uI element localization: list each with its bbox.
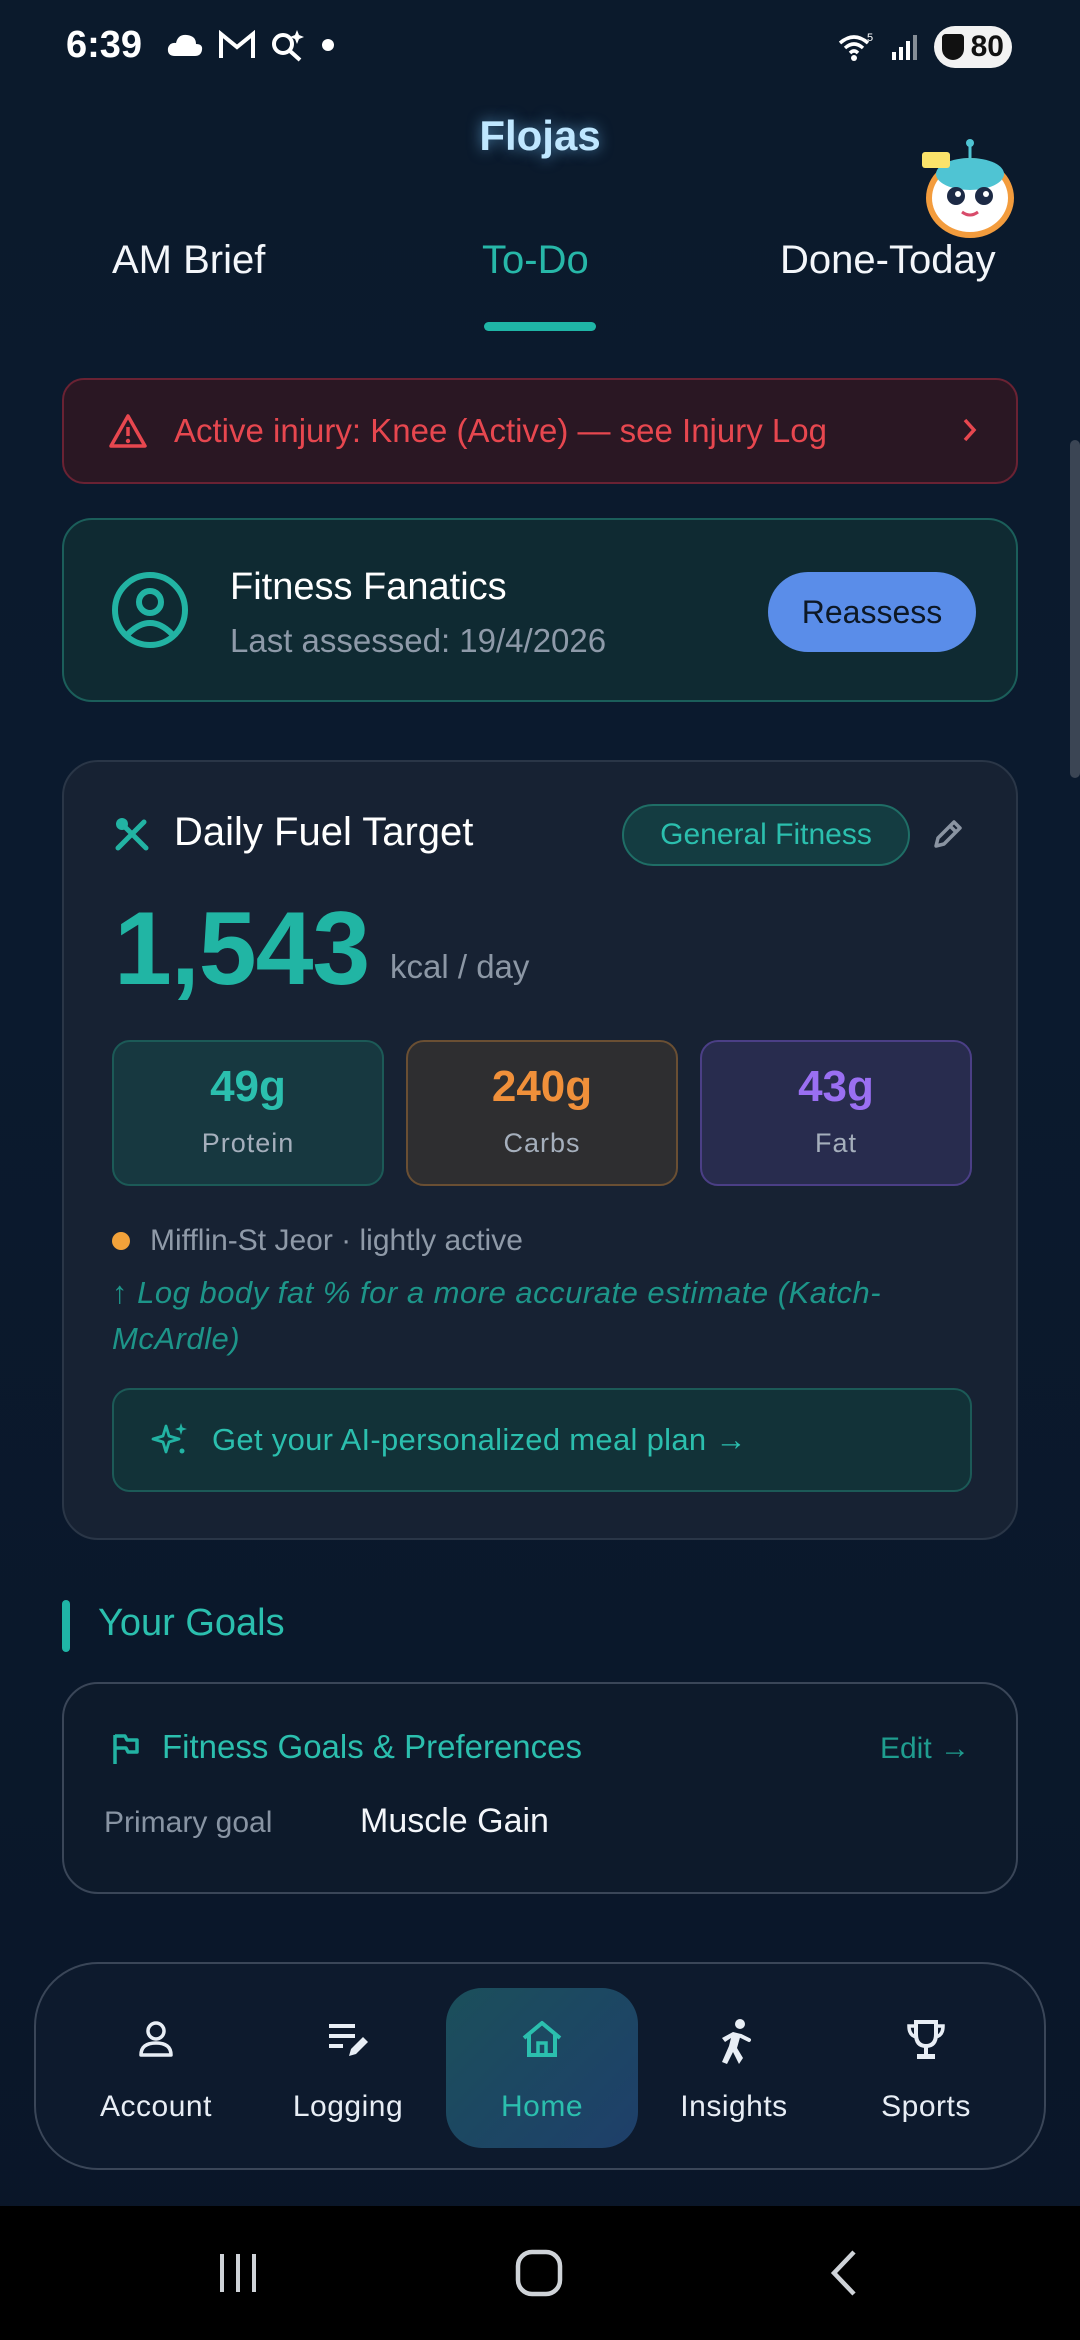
section-accent-bar xyxy=(62,1600,70,1652)
body-fat-hint[interactable]: ↑ Log body fat % for a more accurate est… xyxy=(112,1270,972,1362)
mascot-icon[interactable] xyxy=(918,136,1018,240)
injury-alert-text: Active injury: Knee (Active) — see Injur… xyxy=(174,412,827,449)
goals-card: Fitness Goals & Preferences Edit → Prima… xyxy=(62,1682,1018,1894)
flag-icon xyxy=(113,1734,139,1764)
macro-fat-label: Fat xyxy=(814,1128,857,1158)
more-notifications-icon xyxy=(322,39,334,51)
shield-icon xyxy=(942,34,964,60)
macro-carbs: 240g Carbs xyxy=(406,1040,678,1186)
daily-fuel-card: Daily Fuel Target General Fitness 1,543 … xyxy=(62,760,1018,1540)
nav-home-label: Home xyxy=(500,2090,584,2123)
macro-protein: 49g Protein xyxy=(112,1040,384,1186)
ai-meal-plan-label: Get your AI-personalized meal plan → xyxy=(212,1422,747,1457)
nav-sports-label: Sports xyxy=(881,2090,971,2123)
goals-card-title: Fitness Goals & Preferences xyxy=(162,1728,583,1765)
reassess-button[interactable]: Reassess xyxy=(768,572,976,652)
cloud-icon xyxy=(167,34,203,56)
svg-text:5: 5 xyxy=(867,32,873,44)
scrollbar[interactable] xyxy=(1070,440,1080,778)
status-time: 6:39 xyxy=(66,24,143,66)
battery-indicator: 80 xyxy=(934,26,1012,68)
macro-carbs-value: 240g xyxy=(491,1062,593,1111)
tab-to-do[interactable]: To-Do xyxy=(482,238,589,283)
warning-icon xyxy=(109,414,147,448)
notification-icons xyxy=(166,28,336,62)
running-person-icon xyxy=(722,2019,751,2064)
calculation-method: Mifflin-St Jeor · lightly active xyxy=(112,1224,523,1258)
search-sparkle-icon xyxy=(272,30,304,62)
home-button-icon[interactable] xyxy=(514,2248,564,2298)
last-assessed-text: Last assessed: 19/4/2026 xyxy=(230,622,607,659)
nav-logging-label: Logging xyxy=(292,2090,404,2123)
tab-am-brief[interactable]: AM Brief xyxy=(112,238,265,283)
macro-fat: 43g Fat xyxy=(700,1040,972,1186)
kcal-value: 1,543 xyxy=(114,891,370,1007)
status-bar: 6:39 5 80 xyxy=(0,0,1080,96)
recent-apps-icon[interactable] xyxy=(214,2248,262,2298)
profile-name: Fitness Fanatics xyxy=(230,566,507,608)
nav-account[interactable]: Account xyxy=(60,1988,252,2148)
gmail-icon xyxy=(219,30,255,58)
goal-tag: General Fitness xyxy=(622,804,910,866)
edit-note-icon xyxy=(329,2024,368,2056)
profile-card: Fitness Fanatics Last assessed: 19/4/202… xyxy=(62,518,1018,702)
back-icon[interactable] xyxy=(826,2248,860,2298)
goals-edit-link[interactable]: Edit → xyxy=(880,1732,970,1766)
nav-sports[interactable]: Sports xyxy=(830,1988,1022,2148)
trophy-icon xyxy=(907,2020,945,2059)
system-icons: 5 80 xyxy=(836,26,1012,68)
fuel-card-title: Daily Fuel Target xyxy=(174,810,474,854)
system-navigation-bar xyxy=(0,2206,1080,2340)
macro-protein-value: 49g xyxy=(210,1062,286,1111)
nav-home[interactable]: Home xyxy=(446,1988,638,2148)
pencil-icon[interactable] xyxy=(930,816,966,852)
goals-section-heading: Your Goals xyxy=(98,1602,285,1644)
active-tab-indicator xyxy=(484,322,596,331)
nav-insights-label: Insights xyxy=(680,2090,788,2123)
user-circle-icon xyxy=(112,572,188,648)
wifi-icon: 5 xyxy=(838,32,873,61)
signal-icon xyxy=(892,35,917,60)
nav-insights[interactable]: Insights xyxy=(638,1988,830,2148)
battery-level: 80 xyxy=(970,30,1004,63)
kcal-unit: kcal / day xyxy=(390,948,530,985)
bottom-navigation: Account Logging Home Insights Sports xyxy=(34,1962,1046,2170)
macro-fat-value: 43g xyxy=(798,1062,874,1111)
nav-logging[interactable]: Logging xyxy=(252,1988,444,2148)
home-icon xyxy=(522,2021,562,2057)
status-dot-icon xyxy=(112,1232,130,1250)
top-tabs: AM Brief To-Do Done-Today xyxy=(0,230,1080,340)
chevron-right-icon xyxy=(963,418,977,442)
macro-carbs-label: Carbs xyxy=(503,1128,581,1158)
tab-done-today[interactable]: Done-Today xyxy=(780,238,996,283)
macro-protein-label: Protein xyxy=(201,1128,295,1158)
person-icon xyxy=(139,2021,173,2057)
method-text: Mifflin-St Jeor · lightly active xyxy=(150,1224,523,1257)
ai-meal-plan-button[interactable]: Get your AI-personalized meal plan → xyxy=(112,1388,972,1492)
nav-account-label: Account xyxy=(100,2090,212,2123)
primary-goal-value: Muscle Gain xyxy=(360,1802,549,1840)
utensils-icon xyxy=(115,818,149,851)
injury-alert-banner[interactable]: Active injury: Knee (Active) — see Injur… xyxy=(62,378,1018,484)
sparkles-icon xyxy=(151,1423,187,1454)
primary-goal-label: Primary goal xyxy=(104,1806,273,1839)
